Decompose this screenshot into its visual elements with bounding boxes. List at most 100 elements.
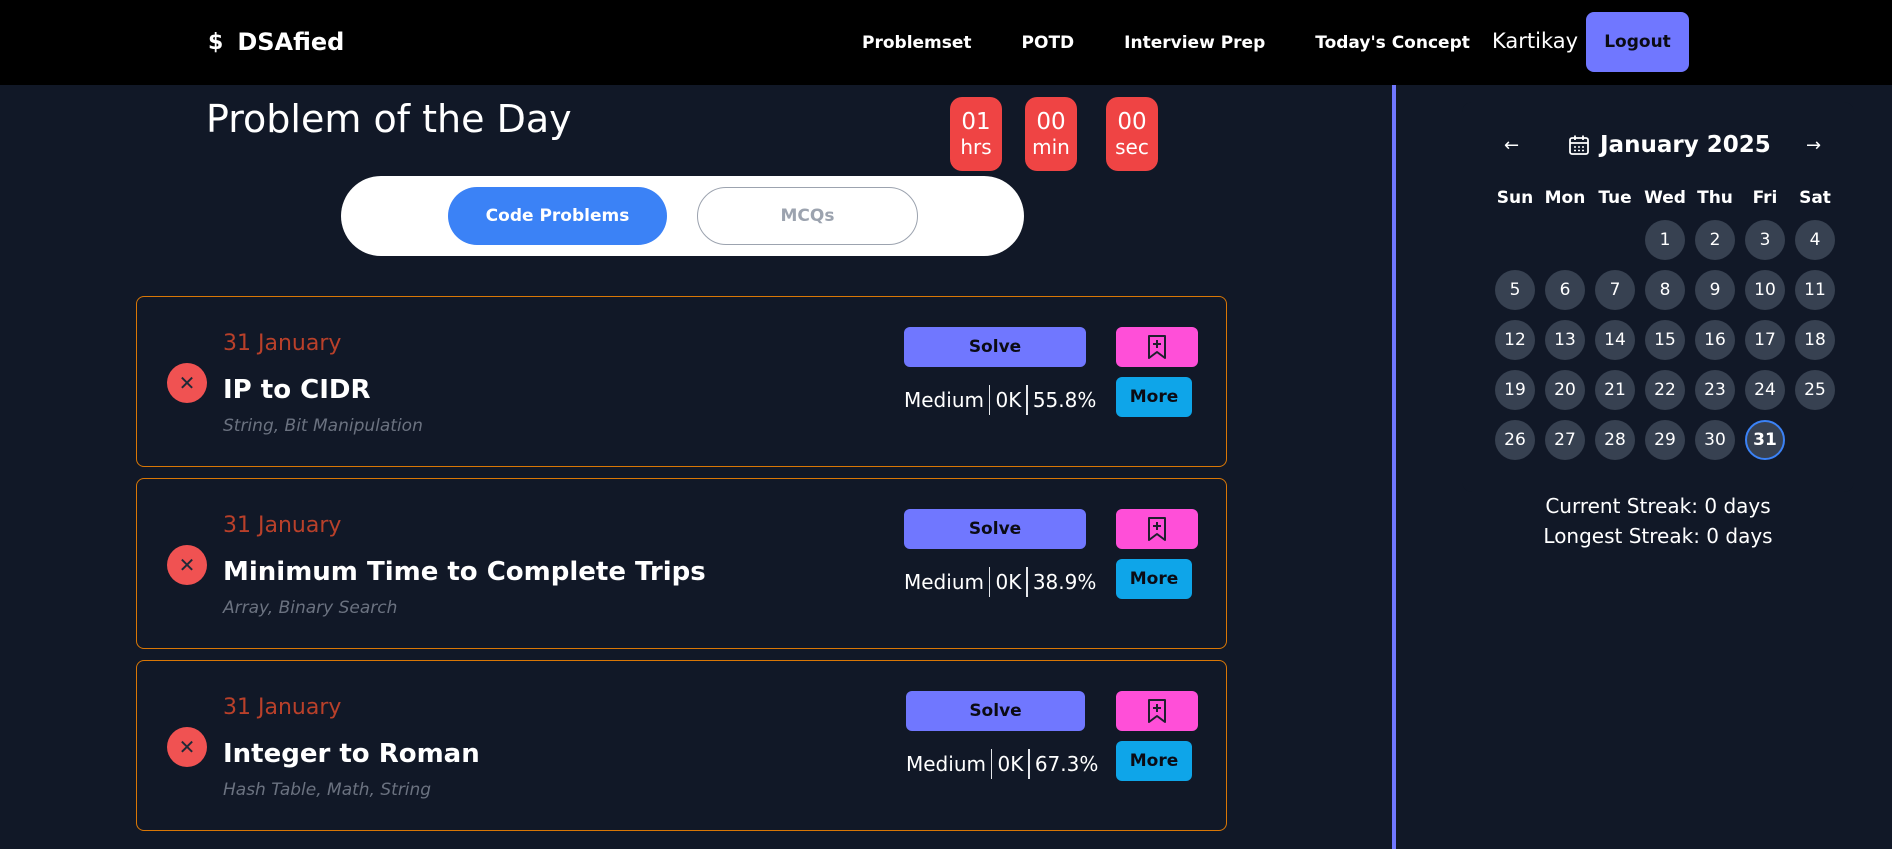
calendar-day[interactable]: 5 (1495, 270, 1535, 310)
calendar-day[interactable]: 19 (1495, 370, 1535, 410)
calendar-day[interactable]: 12 (1495, 320, 1535, 360)
problem-date: 31 January (223, 695, 342, 720)
acceptance-rate: 38.9% (1032, 570, 1097, 594)
brand-logo[interactable]: $ DSAfied (208, 26, 344, 58)
calendar-day[interactable]: 23 (1695, 370, 1735, 410)
dollar-icon: $ (208, 29, 224, 55)
problem-tags: String, Bit Manipulation (223, 416, 423, 436)
timer-hours-value: 01 (961, 109, 991, 136)
difficulty-label: Medium (904, 388, 984, 412)
navbar: $ DSAfied Problemset POTD Interview Prep… (0, 0, 1892, 85)
next-month-button[interactable]: → (1806, 135, 1821, 156)
calendar-header: January 2025 (1568, 130, 1771, 160)
calendar-day[interactable]: 24 (1745, 370, 1785, 410)
problem-title[interactable]: Integer to Roman (223, 739, 480, 769)
close-icon: ✕ (167, 727, 207, 767)
difficulty-label: Medium (906, 752, 986, 776)
calendar-day[interactable]: 25 (1795, 370, 1835, 410)
calendar-day[interactable]: 18 (1795, 320, 1835, 360)
solve-button[interactable]: Solve (904, 509, 1086, 549)
weekday-sat: Sat (1799, 188, 1831, 208)
timer-seconds: 00 sec (1106, 97, 1158, 171)
problem-card: ✕ 31 January IP to CIDR String, Bit Mani… (136, 296, 1227, 467)
problem-date: 31 January (223, 331, 342, 356)
calendar-day[interactable]: 11 (1795, 270, 1835, 310)
calendar-day[interactable]: 7 (1595, 270, 1635, 310)
calendar-day[interactable]: 31 (1745, 420, 1785, 460)
timer-minutes-label: min (1032, 134, 1070, 159)
more-button[interactable]: More (1116, 741, 1192, 781)
nav-links: Problemset POTD Interview Prep Today's C… (862, 0, 1520, 85)
stats-separator (988, 567, 991, 597)
more-button[interactable]: More (1116, 377, 1192, 417)
weekday-tue: Tue (1598, 188, 1632, 208)
calendar: ← January 2025 → Sun Mon Tue Wed Thu Fri Sat 1 2… (1462, 102, 1854, 492)
more-button[interactable]: More (1116, 559, 1192, 599)
calendar-day[interactable]: 8 (1645, 270, 1685, 310)
timer-minutes-value: 00 (1036, 109, 1066, 136)
close-icon: ✕ (167, 363, 207, 403)
tab-mcqs[interactable]: MCQs (697, 187, 918, 245)
calendar-day[interactable]: 27 (1545, 420, 1585, 460)
solve-button[interactable]: Solve (904, 327, 1086, 367)
problem-card: ✕ 31 January Minimum Time to Complete Tr… (136, 478, 1227, 649)
timer-hours-label: hrs (960, 134, 992, 159)
calendar-day[interactable]: 17 (1745, 320, 1785, 360)
acceptance-rate: 55.8% (1032, 388, 1097, 412)
stats-separator (1028, 749, 1030, 779)
weekday-mon: Mon (1544, 188, 1586, 208)
calendar-day[interactable]: 21 (1595, 370, 1635, 410)
problem-tags: Array, Binary Search (223, 598, 398, 618)
calendar-day[interactable]: 16 (1695, 320, 1735, 360)
brand-name: DSAfied (237, 28, 345, 56)
calendar-day[interactable]: 4 (1795, 220, 1835, 260)
stats-separator (1026, 385, 1028, 415)
submission-count: 0K (997, 752, 1024, 776)
timer-seconds-value: 00 (1117, 109, 1147, 136)
problem-stats: Medium 0K 38.9% (904, 567, 1096, 597)
problem-tags: Hash Table, Math, String (223, 780, 432, 800)
calendar-day[interactable]: 6 (1545, 270, 1585, 310)
problem-title[interactable]: Minimum Time to Complete Trips (223, 557, 706, 587)
vertical-divider (1392, 85, 1396, 849)
weekday-sun: Sun (1496, 188, 1534, 208)
nav-link-todays-concept[interactable]: Today's Concept (1315, 33, 1470, 53)
problem-stats: Medium 0K 55.8% (904, 385, 1096, 415)
problem-title[interactable]: IP to CIDR (223, 375, 370, 405)
calendar-day[interactable]: 10 (1745, 270, 1785, 310)
difficulty-label: Medium (904, 570, 984, 594)
calendar-day[interactable]: 1 (1645, 220, 1685, 260)
submission-count: 0K (995, 388, 1022, 412)
calendar-day[interactable]: 13 (1545, 320, 1585, 360)
timer-minutes: 00 min (1025, 97, 1077, 171)
nav-link-potd[interactable]: POTD (1022, 33, 1075, 53)
bookmark-button[interactable] (1116, 327, 1198, 367)
solve-button[interactable]: Solve (906, 691, 1085, 731)
calendar-day[interactable]: 28 (1595, 420, 1635, 460)
nav-link-problemset[interactable]: Problemset (862, 33, 972, 53)
tab-bar: Code Problems MCQs (341, 176, 1024, 256)
bookmark-button[interactable] (1116, 509, 1198, 549)
calendar-day[interactable]: 14 (1595, 320, 1635, 360)
bookmark-button[interactable] (1116, 691, 1198, 731)
calendar-day[interactable]: 2 (1695, 220, 1735, 260)
stats-separator (990, 749, 993, 779)
stats-separator (1026, 567, 1028, 597)
page-title: Problem of the Day (206, 97, 572, 141)
logout-button[interactable]: Logout (1586, 12, 1689, 72)
tab-code-problems[interactable]: Code Problems (448, 187, 667, 245)
calendar-day[interactable]: 20 (1545, 370, 1585, 410)
weekday-fri: Fri (1752, 188, 1778, 208)
nav-link-interview-prep[interactable]: Interview Prep (1124, 33, 1265, 53)
calendar-day[interactable]: 29 (1645, 420, 1685, 460)
problem-stats: Medium 0K 67.3% (906, 749, 1098, 779)
calendar-day[interactable]: 30 (1695, 420, 1735, 460)
previous-month-button[interactable]: ← (1504, 135, 1519, 156)
calendar-day[interactable]: 3 (1745, 220, 1785, 260)
bookmark-plus-icon (1148, 335, 1166, 359)
calendar-day[interactable]: 26 (1495, 420, 1535, 460)
stats-separator (988, 385, 991, 415)
calendar-day[interactable]: 15 (1645, 320, 1685, 360)
calendar-day[interactable]: 9 (1695, 270, 1735, 310)
calendar-day[interactable]: 22 (1645, 370, 1685, 410)
